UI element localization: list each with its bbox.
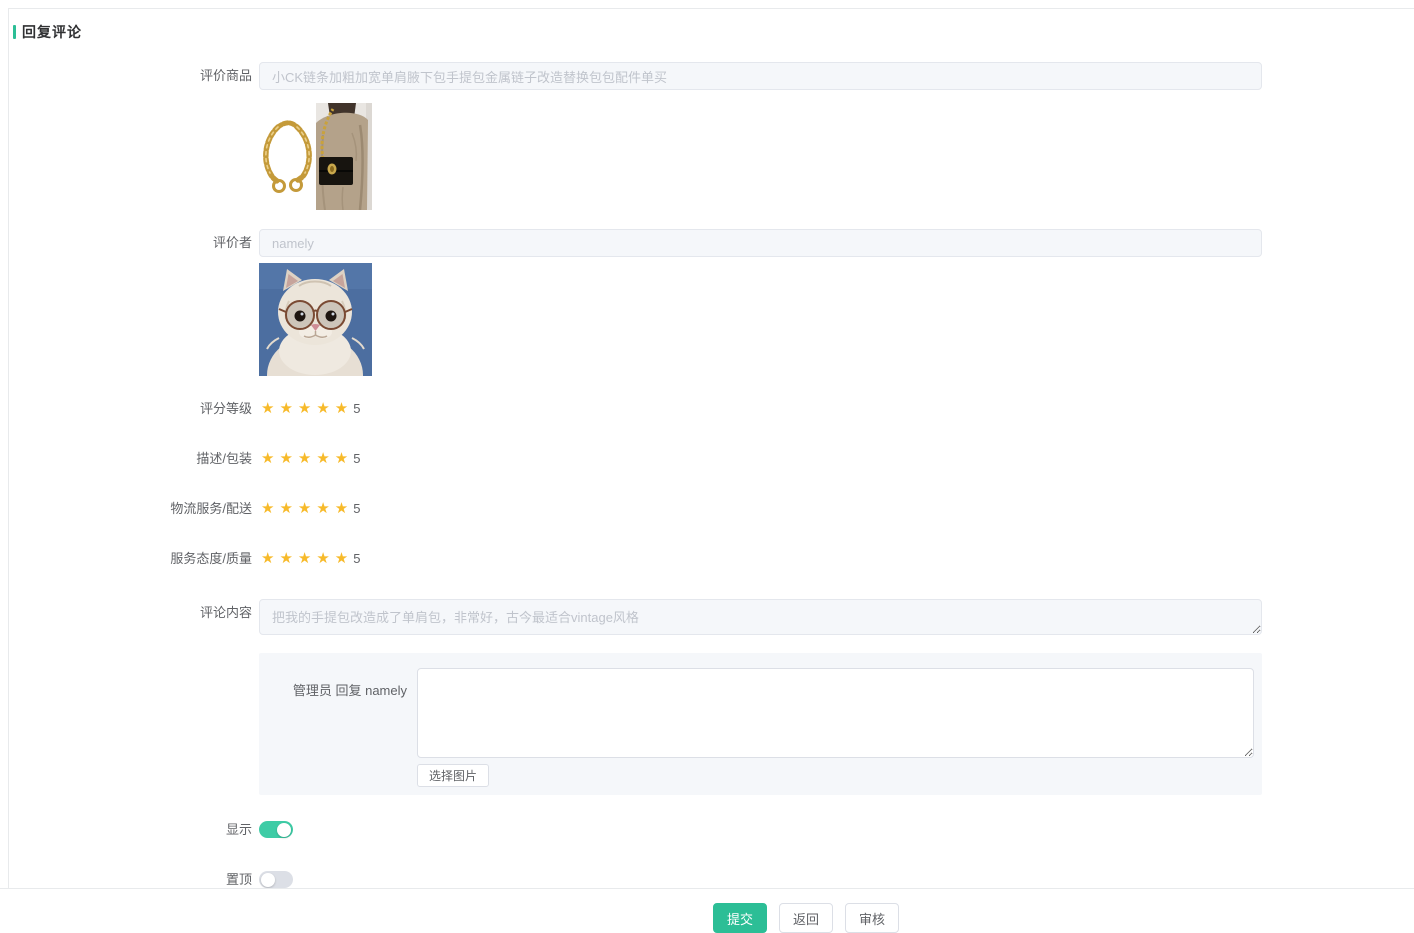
rating-stars: ★★★★★ bbox=[261, 401, 353, 417]
choose-image-button[interactable]: 选择图片 bbox=[417, 764, 489, 787]
footer-action-bar: 提交 返回 审核 bbox=[0, 888, 1414, 933]
admin-reply-panel: 管理员 回复 namely 选择图片 bbox=[259, 653, 1262, 795]
toggle-knob bbox=[261, 873, 275, 887]
rating-label: 描述/包装 bbox=[9, 451, 259, 467]
rating-score: 5 bbox=[353, 501, 360, 517]
main-content-card: 回复评论 评价商品 bbox=[8, 8, 1414, 933]
toggle-knob bbox=[277, 823, 291, 837]
product-field-label: 评价商品 bbox=[9, 62, 259, 90]
pin-toggle-label: 置顶 bbox=[9, 871, 259, 888]
comment-field-label: 评论内容 bbox=[9, 599, 259, 627]
product-image-shoulder-bag bbox=[316, 103, 372, 210]
reviewer-input bbox=[259, 229, 1262, 257]
rating-label: 服务态度/质量 bbox=[9, 551, 259, 567]
back-button[interactable]: 返回 bbox=[779, 903, 833, 933]
rating-score: 5 bbox=[353, 401, 360, 417]
submit-button[interactable]: 提交 bbox=[713, 903, 767, 933]
admin-reply-textarea[interactable] bbox=[417, 668, 1254, 758]
admin-reply-label: 管理员 回复 namely bbox=[259, 668, 417, 699]
rating-score: 5 bbox=[353, 551, 360, 567]
display-toggle-label: 显示 bbox=[9, 821, 259, 838]
rating-label: 评分等级 bbox=[9, 401, 259, 417]
page-title-text: 回复评论 bbox=[22, 22, 82, 42]
rating-score: 5 bbox=[353, 451, 360, 467]
product-input bbox=[259, 62, 1262, 90]
comment-textarea bbox=[259, 599, 1262, 635]
rating-stars: ★★★★★ bbox=[261, 551, 353, 567]
pin-toggle[interactable] bbox=[259, 871, 293, 888]
audit-button[interactable]: 审核 bbox=[845, 903, 899, 933]
reviewer-avatar bbox=[259, 263, 372, 376]
rating-stars: ★★★★★ bbox=[261, 451, 353, 467]
page-title: 回复评论 bbox=[13, 23, 1414, 41]
product-image-chain-necklace bbox=[259, 115, 315, 199]
title-accent-bar bbox=[13, 25, 16, 39]
display-toggle[interactable] bbox=[259, 821, 293, 838]
reviewer-field-label: 评价者 bbox=[9, 229, 259, 257]
rating-stars: ★★★★★ bbox=[261, 501, 353, 517]
rating-label: 物流服务/配送 bbox=[9, 501, 259, 517]
